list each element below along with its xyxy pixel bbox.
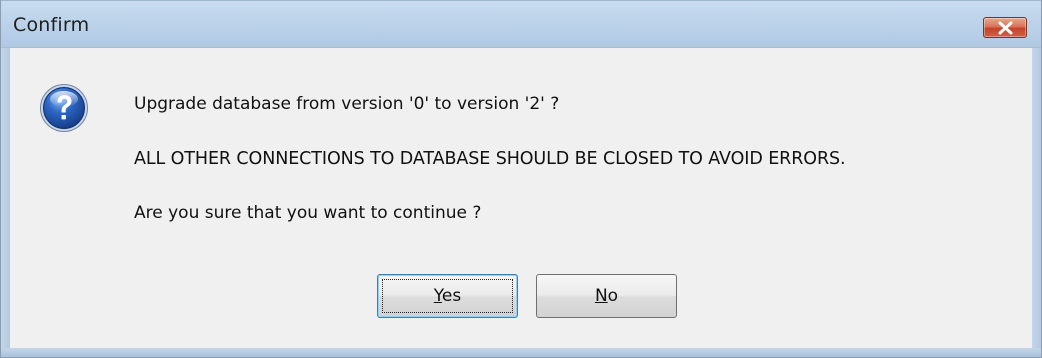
title-bar[interactable]: Confirm xyxy=(1,0,1041,48)
window-left-border xyxy=(1,48,10,357)
window-title: Confirm xyxy=(13,14,90,36)
message-line-warning: ALL OTHER CONNECTIONS TO DATABASE SHOULD… xyxy=(134,149,846,169)
window-right-border xyxy=(1032,48,1041,357)
confirm-dialog: Confirm Upgrade database from version '0… xyxy=(0,0,1042,358)
close-icon xyxy=(998,21,1013,35)
dialog-body: Upgrade database from version '0' to ver… xyxy=(10,48,1032,348)
no-button-label: No xyxy=(594,286,619,306)
message-line-confirm: Are you sure that you want to continue ? xyxy=(134,203,482,223)
close-button[interactable] xyxy=(983,17,1027,38)
yes-button[interactable]: Yes xyxy=(377,274,518,318)
message-line-question: Upgrade database from version '0' to ver… xyxy=(134,94,560,114)
window-bottom-border xyxy=(1,348,1041,357)
no-button[interactable]: No xyxy=(536,274,677,318)
yes-button-label: Yes xyxy=(433,286,462,306)
question-icon xyxy=(40,84,88,132)
